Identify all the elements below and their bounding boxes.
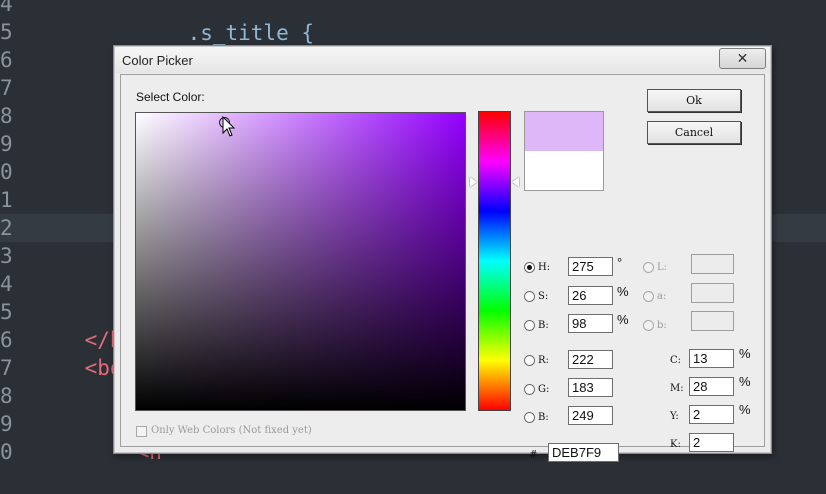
line-number: 4	[0, 272, 13, 296]
red-field[interactable]: 222	[568, 350, 613, 369]
line-number: 0	[0, 440, 13, 464]
color-picker-dialog: Color Picker ✕ Select Color: Ok Cancel H…	[113, 45, 772, 462]
dialog-body: Select Color: Ok Cancel H: 275 ° S: 26 %…	[120, 74, 765, 462]
web-colors-label: Only Web Colors (Not fixed yet)	[151, 425, 312, 436]
red-label: R:	[538, 355, 549, 366]
radio-brightness[interactable]	[524, 320, 535, 331]
hue-slider[interactable]	[478, 111, 511, 411]
a-label: a:	[657, 291, 667, 302]
hue-field[interactable]: 275	[568, 257, 613, 276]
radio-green[interactable]	[524, 384, 535, 395]
line-number: 7	[0, 356, 13, 380]
line-number: 6	[0, 48, 13, 72]
select-color-label: Select Color:	[136, 90, 205, 104]
line-number: 4	[0, 0, 13, 16]
line-number: 6	[0, 328, 13, 352]
line-number: 0	[0, 160, 13, 184]
line-number: 8	[0, 104, 13, 128]
saturation-label: S:	[538, 291, 549, 302]
green-field[interactable]: 183	[568, 378, 613, 397]
degree-unit: °	[617, 255, 623, 270]
yellow-label: Y:	[670, 411, 679, 422]
blue-label: B:	[538, 412, 549, 423]
radio-lightness[interactable]	[643, 262, 654, 273]
percent-unit: %	[739, 346, 751, 361]
magenta-label: M:	[670, 383, 684, 394]
close-button[interactable]: ✕	[719, 48, 766, 69]
ok-button-label: Ok	[686, 94, 702, 107]
radio-blue[interactable]	[524, 412, 535, 423]
percent-unit: %	[617, 312, 629, 327]
lightness-label: L:	[657, 262, 668, 273]
b-lab-field[interactable]	[691, 311, 734, 331]
brightness-field[interactable]: 98	[568, 314, 613, 333]
hex-field[interactable]: DEB7F9	[548, 443, 619, 462]
green-label: G:	[538, 384, 550, 395]
hue-label: H:	[538, 262, 551, 273]
line-number: 5	[0, 20, 13, 44]
brightness-label: B:	[538, 320, 549, 331]
hue-slider-right-arrow[interactable]	[512, 177, 519, 187]
line-number: 8	[0, 384, 13, 408]
radio-b-lab[interactable]	[643, 320, 654, 331]
line-number: 1	[0, 188, 13, 212]
dialog-title: Color Picker	[122, 53, 193, 68]
hex-label: #	[530, 448, 537, 461]
black-field[interactable]: 2	[689, 433, 734, 452]
hue-slider-left-arrow[interactable]	[470, 177, 477, 187]
blue-field[interactable]: 249	[568, 406, 613, 425]
lightness-field[interactable]	[691, 254, 734, 274]
line-number: 3	[0, 244, 13, 268]
magenta-field[interactable]: 28	[689, 377, 734, 396]
ok-button[interactable]: Ok	[647, 89, 741, 112]
cyan-field[interactable]: 13	[689, 349, 734, 368]
radio-hue[interactable]	[524, 262, 535, 273]
line-number: 5	[0, 300, 13, 324]
radio-saturation[interactable]	[524, 291, 535, 302]
percent-unit: %	[739, 374, 751, 389]
line-number: 2	[0, 216, 13, 240]
dialog-titlebar[interactable]: Color Picker ✕	[115, 47, 770, 73]
black-label: K:	[670, 439, 681, 450]
cancel-button-label: Cancel	[674, 126, 714, 139]
web-colors-checkbox[interactable]	[136, 426, 147, 437]
line-number: 9	[0, 412, 13, 436]
close-icon: ✕	[736, 50, 749, 66]
percent-unit: %	[739, 402, 751, 417]
line-number: 9	[0, 132, 13, 156]
cancel-button[interactable]: Cancel	[647, 121, 741, 144]
new-color-swatch	[524, 111, 604, 152]
radio-a[interactable]	[643, 291, 654, 302]
percent-unit: %	[617, 284, 629, 299]
saturation-field[interactable]: 26	[568, 286, 613, 305]
yellow-field[interactable]: 2	[689, 405, 734, 424]
mouse-pointer-icon	[222, 116, 236, 137]
a-field[interactable]	[691, 283, 734, 303]
saturation-brightness-field[interactable]	[135, 112, 466, 411]
b-lab-label: b:	[657, 320, 667, 331]
current-color-swatch	[524, 151, 604, 191]
radio-red[interactable]	[524, 355, 535, 366]
cyan-label: C:	[670, 355, 682, 366]
line-number: 7	[0, 76, 13, 100]
